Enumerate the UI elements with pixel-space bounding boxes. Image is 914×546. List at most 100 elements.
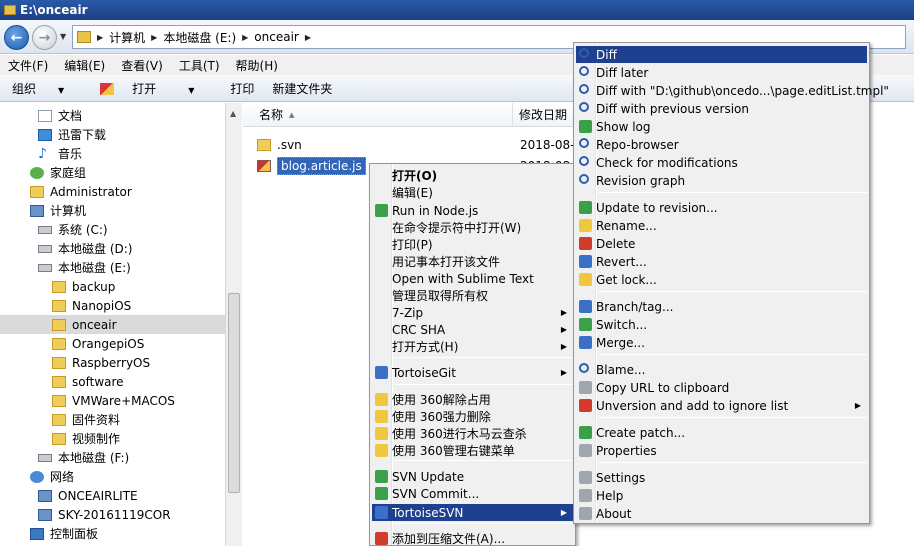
context-menu-item[interactable]: 打开方式(H) ▶ (372, 338, 573, 355)
column-date[interactable]: 修改日期 (513, 106, 567, 123)
context-menu-item[interactable]: 使用 360管理右键菜单 (372, 442, 573, 459)
context-menu-item[interactable]: 在命令提示符中打开(W) (372, 219, 573, 236)
menu-tools[interactable]: 工具(T) (179, 57, 220, 74)
menu-edit[interactable]: 编辑(E) (64, 57, 105, 74)
svn-menu-item[interactable]: Switch... (576, 316, 867, 333)
nav-item-label: 家庭组 (50, 166, 87, 180)
nav-item[interactable]: 本地磁盘 (E:) (38, 258, 131, 277)
breadcrumb-item[interactable]: 计算机 (109, 29, 145, 46)
svn-menu-item[interactable]: Rename... (576, 217, 867, 234)
nav-item[interactable]: RaspberryOS (52, 353, 150, 372)
file-row[interactable]: blog.article.js (257, 156, 366, 176)
nav-item[interactable]: 固件资料 (52, 410, 120, 429)
menu-help[interactable]: 帮助(H) (236, 57, 278, 74)
menu-file[interactable]: 文件(F) (8, 57, 48, 74)
svn-menu-item[interactable]: Properties (576, 442, 867, 459)
svn-menu-item[interactable]: Diff (576, 46, 867, 63)
print-button[interactable]: 打印 (230, 80, 254, 97)
svn-menu-item[interactable]: Merge... (576, 334, 867, 351)
svn-menu-item[interactable]: Check for modifications (576, 154, 867, 171)
chevron-right-icon[interactable]: ▶ (151, 33, 157, 42)
back-button[interactable]: ← (4, 25, 29, 50)
context-menu-item[interactable]: TortoiseSVN ▶ (372, 504, 573, 521)
history-dropdown-icon[interactable]: ▼ (60, 32, 66, 41)
menu-item-label: SVN Update (392, 469, 465, 484)
context-menu-item[interactable]: 使用 360强力删除 (372, 408, 573, 425)
column-name[interactable]: 名称 ▲ (243, 103, 513, 126)
nav-item[interactable]: ONCEAIRLITE (38, 486, 138, 505)
nav-item[interactable]: 网络 (30, 467, 74, 486)
chevron-right-icon[interactable]: ▶ (305, 33, 311, 42)
nav-item[interactable]: VMWare+MACOS (52, 391, 175, 410)
nav-item[interactable]: 迅雷下载 (38, 125, 106, 144)
breadcrumb-item[interactable]: 本地磁盘 (E:) (163, 29, 236, 46)
nav-item[interactable]: NanopiOS (52, 296, 131, 315)
chevron-right-icon[interactable]: ▶ (97, 33, 103, 42)
nav-item[interactable]: ♪ 音乐 (38, 144, 82, 163)
svn-menu-item[interactable]: Revision graph (576, 172, 867, 189)
breadcrumb-item[interactable]: onceair (254, 30, 299, 44)
context-menu-item[interactable]: Run in Node.js (372, 202, 573, 219)
nav-item[interactable]: backup (52, 277, 115, 296)
context-menu-item[interactable]: 管理员取得所有权 (372, 287, 573, 304)
svn-menu-item[interactable]: Delete (576, 235, 867, 252)
context-menu-item[interactable]: SVN Commit... (372, 485, 573, 502)
nav-scrollbar[interactable]: ▲ (225, 103, 242, 546)
context-menu-item[interactable]: TortoiseGit ▶ (372, 364, 573, 381)
svn-menu-item[interactable]: Repo-browser (576, 136, 867, 153)
svn-menu-item[interactable]: Get lock... (576, 271, 867, 288)
nav-item-label: 视频制作 (72, 432, 121, 446)
nav-item[interactable]: 控制面板 (30, 524, 98, 543)
context-menu-item[interactable]: 打印(P) (372, 236, 573, 253)
svn-menu-item[interactable]: Help (576, 487, 867, 504)
svn-menu-item[interactable]: Unversion and add to ignore list ▶ (576, 397, 867, 414)
context-menu-item[interactable]: 7-Zip ▶ (372, 304, 573, 321)
svn-menu-item[interactable]: Copy URL to clipboard (576, 379, 867, 396)
forward-button[interactable]: → (32, 25, 57, 50)
chevron-right-icon[interactable]: ▶ (242, 33, 248, 42)
nav-item[interactable]: 本地磁盘 (F:) (38, 448, 129, 467)
context-menu-item[interactable]: 用记事本打开该文件 (372, 253, 573, 270)
svn-menu-item[interactable]: Create patch... (576, 424, 867, 441)
context-menu-item[interactable]: Open with Sublime Text (372, 270, 573, 287)
context-menu-item[interactable]: 打开(O) (372, 167, 573, 184)
context-menu-item[interactable]: CRC SHA ▶ (372, 321, 573, 338)
nav-item[interactable]: Administrator (30, 182, 132, 201)
new-folder-button[interactable]: 新建文件夹 (272, 80, 332, 97)
file-row[interactable]: .svn (257, 135, 302, 155)
context-menu-item[interactable]: 添加到压缩文件(A)... (372, 530, 573, 546)
context-menu-item[interactable]: 使用 360进行木马云查杀 (372, 425, 573, 442)
nav-item[interactable]: software (52, 372, 124, 391)
svn-menu-item[interactable]: Diff with previous version (576, 100, 867, 117)
svn-menu-item[interactable]: Show log (576, 118, 867, 135)
submenu-arrow-icon: ▶ (560, 508, 567, 517)
folder-icon (4, 5, 16, 15)
nav-item[interactable]: SKY-20161119COR (38, 505, 171, 524)
svn-menu-item[interactable]: Diff with "D:\github\oncedo...\page.edit… (576, 82, 889, 99)
nav-item[interactable]: 计算机 (30, 201, 86, 220)
context-menu-item[interactable]: SVN Update (372, 468, 573, 485)
svn-menu-item[interactable]: Settings (576, 469, 867, 486)
organize-button[interactable]: 组织 ▼ (12, 80, 82, 97)
svn-menu-item[interactable]: Diff later (576, 64, 867, 81)
nav-item[interactable]: onceair (0, 315, 225, 334)
svn-menu-item[interactable]: Branch/tag... (576, 298, 867, 315)
nav-item[interactable]: 文档 (38, 106, 82, 125)
nav-item[interactable]: 视频制作 (52, 429, 120, 448)
nav-item[interactable]: 系统 (C:) (38, 220, 108, 239)
svn-menu-item[interactable]: About (576, 505, 867, 522)
scrollbar-thumb[interactable] (228, 293, 240, 493)
scroll-up-icon[interactable]: ▲ (230, 109, 236, 118)
network-computer-icon (38, 489, 52, 502)
menu-view[interactable]: 查看(V) (121, 57, 163, 74)
open-button[interactable]: 打开 ▼ (100, 80, 212, 97)
svn-menu-item[interactable]: Blame... (576, 361, 867, 378)
drive-icon (38, 263, 52, 272)
nav-item[interactable]: 本地磁盘 (D:) (38, 239, 132, 258)
nav-item[interactable]: 家庭组 (30, 163, 86, 182)
context-menu-item[interactable]: 编辑(E) (372, 184, 573, 201)
svn-menu-item[interactable]: Revert... (576, 253, 867, 270)
svn-menu-item[interactable]: Update to revision... (576, 199, 867, 216)
context-menu-item[interactable]: 使用 360解除占用 (372, 391, 573, 408)
nav-item[interactable]: OrangepiOS (52, 334, 144, 353)
